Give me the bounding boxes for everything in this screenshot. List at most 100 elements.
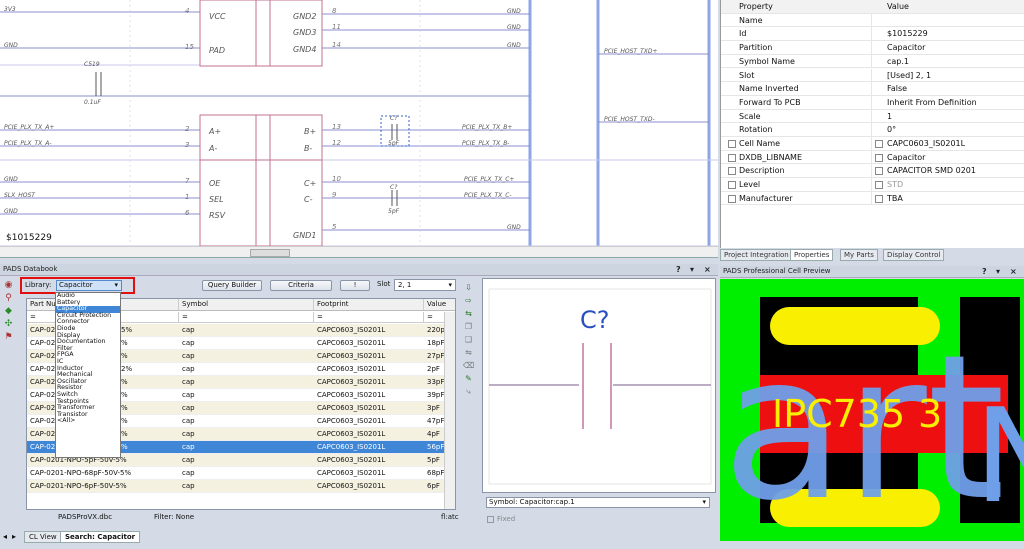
help-icon[interactable]: ? (676, 264, 681, 275)
criteria-button[interactable]: Criteria (270, 280, 332, 291)
property-row[interactable]: DXDB_LIBNAME Capacitor (721, 150, 1024, 165)
compare-icon[interactable]: ⇋ (463, 347, 474, 358)
one-button[interactable]: ! (340, 280, 370, 291)
property-checkbox[interactable] (728, 140, 736, 148)
property-value[interactable]: STD (887, 178, 903, 191)
footprint-cell: CAPC0603_IS0201L (317, 339, 386, 347)
value-cell: 3pF (427, 404, 440, 412)
fixed-checkbox[interactable]: Fixed (487, 515, 515, 523)
grid-scrollbar[interactable] (444, 312, 455, 509)
property-value[interactable]: cap.1 (887, 55, 909, 68)
pin-number-left: 15 (185, 43, 194, 51)
property-value[interactable]: Capacitor (887, 151, 925, 164)
tab-search-capacitor[interactable]: Search: Capacitor (60, 531, 141, 543)
search-icon[interactable]: ⚲ (3, 293, 14, 304)
dropdown-option[interactable]: <All> (56, 418, 120, 425)
add-part-icon[interactable]: ◆ (3, 306, 14, 317)
property-value[interactable]: [Used] 2, 1 (887, 69, 931, 82)
property-row[interactable]: Manufacturer TBA (721, 191, 1024, 206)
property-row[interactable]: Id $1015229 (721, 27, 1024, 42)
schematic-canvas[interactable]: 3V3 GND PCIE_PLX_TX_A+ PCIE_PLX_TX_A- GN… (0, 0, 718, 258)
value-checkbox[interactable] (875, 167, 883, 176)
property-checkbox[interactable] (728, 181, 736, 190)
tab-scroll-right-icon[interactable]: ▸ (12, 532, 16, 541)
property-row[interactable]: Cell Name CAPC0603_IS0201L (721, 137, 1024, 151)
checkbox[interactable] (487, 515, 494, 523)
close-icon[interactable]: × (704, 264, 711, 275)
property-value[interactable]: $1015229 (887, 27, 928, 40)
property-row[interactable]: Rotation 0° (721, 123, 1024, 137)
close-icon[interactable]: × (1010, 266, 1017, 277)
slot-select[interactable]: 2, 1 ▾ (394, 279, 456, 291)
value-cell: 27pF (427, 352, 445, 360)
copy-icon[interactable]: ❐ (463, 321, 474, 332)
part-number-cell: CAP-02 (30, 417, 56, 425)
column-header-value[interactable]: Value (424, 299, 455, 311)
symbol-cell: cap (182, 482, 195, 490)
tab-my-parts[interactable]: My Parts (840, 249, 878, 261)
net-left-2: PCIE_PLX_TX_A+ (4, 124, 54, 131)
tab-display-control[interactable]: Display Control (883, 249, 945, 261)
property-value[interactable]: False (887, 82, 907, 95)
edit-icon[interactable]: ✎ (463, 373, 474, 384)
property-key: Id (739, 29, 747, 39)
property-checkbox[interactable] (728, 167, 736, 176)
symbol-select-value: Symbol: Capacitor:cap.1 (489, 498, 575, 506)
property-row[interactable]: Name (721, 13, 1024, 28)
link-icon[interactable]: ⤷ (463, 386, 474, 397)
property-row[interactable]: Description CAPACITOR SMD 0201 (721, 164, 1024, 179)
tree-icon[interactable]: ✣ (3, 319, 14, 330)
column-separator (871, 109, 872, 123)
horizontal-scrollbar[interactable] (0, 246, 718, 257)
databook-statusbar: PADSProVX.dbc Filter: None fl:atc (26, 512, 459, 524)
tab-properties[interactable]: Properties (790, 249, 834, 261)
pin-icon[interactable]: ▾ (690, 264, 694, 275)
property-row[interactable]: Scale 1 (721, 109, 1024, 124)
table-row[interactable]: CAP-0201-NPO-6pF-50V-5% cap CAPC0603_IS020… (27, 480, 447, 493)
property-row[interactable]: Name Inverted False (721, 82, 1024, 96)
pin-name-left: A+ (208, 127, 221, 136)
help-icon[interactable]: ? (982, 266, 987, 277)
value-checkbox[interactable] (875, 153, 883, 162)
dropdown-option[interactable]: FPGA (56, 352, 120, 359)
cell-preview-canvas[interactable]: art N IPC735 3 (720, 279, 1024, 541)
value-checkbox[interactable] (875, 140, 883, 148)
scroll-thumb[interactable] (250, 249, 290, 257)
column-header-footprint[interactable]: Footprint (314, 299, 424, 311)
tab-scroll-left-icon[interactable]: ◂ (3, 532, 7, 541)
update-icon[interactable]: ⇆ (463, 308, 474, 319)
property-value[interactable]: 1 (887, 110, 892, 123)
library-select[interactable]: Capacitor ▾ (56, 280, 122, 291)
filter-icon[interactable]: ⚑ (3, 332, 14, 343)
symbol-cell: cap (182, 391, 195, 399)
value-checkbox[interactable] (875, 181, 883, 190)
replace-icon[interactable]: ⇨ (463, 295, 474, 306)
filter-cell[interactable]: = (179, 312, 314, 323)
value-checkbox[interactable] (875, 194, 883, 203)
property-row[interactable]: Partition Capacitor (721, 41, 1024, 55)
property-value[interactable]: CAPACITOR SMD 0201 (887, 164, 976, 177)
place-part-icon[interactable]: ⇩ (463, 282, 474, 293)
property-value[interactable]: Capacitor (887, 41, 925, 54)
symbol-select[interactable]: Symbol: Capacitor:cap.1 ▾ (486, 497, 710, 508)
property-checkbox[interactable] (728, 153, 736, 162)
property-row[interactable]: Slot [Used] 2, 1 (721, 68, 1024, 83)
pin-icon[interactable]: ▾ (996, 266, 1000, 277)
property-value[interactable]: 0° (887, 123, 896, 136)
tab-cl-view[interactable]: CL View (24, 531, 62, 543)
property-value[interactable]: CAPC0603_IS0201L (887, 137, 965, 150)
eraser-icon[interactable]: ⌫ (463, 360, 474, 371)
paste-icon[interactable]: ❑ (463, 334, 474, 345)
property-checkbox[interactable] (728, 194, 736, 203)
property-value[interactable]: TBA (887, 192, 903, 205)
query-builder-button[interactable]: Query Builder (202, 280, 262, 291)
binoculars-icon[interactable]: ◉ (3, 280, 14, 291)
tab-project-integration[interactable]: Project Integration (720, 249, 793, 261)
property-value[interactable]: Inherit From Definition (887, 96, 977, 109)
table-row[interactable]: CAP-0201-NPO-68pF-50V-5% cap CAPC0603_IS02… (27, 467, 447, 480)
property-row[interactable]: Forward To PCB Inherit From Definition (721, 95, 1024, 110)
filter-cell[interactable]: = (314, 312, 424, 323)
column-header-symbol[interactable]: Symbol (179, 299, 314, 311)
property-row[interactable]: Level STD (721, 178, 1024, 192)
property-row[interactable]: Symbol Name cap.1 (721, 54, 1024, 69)
